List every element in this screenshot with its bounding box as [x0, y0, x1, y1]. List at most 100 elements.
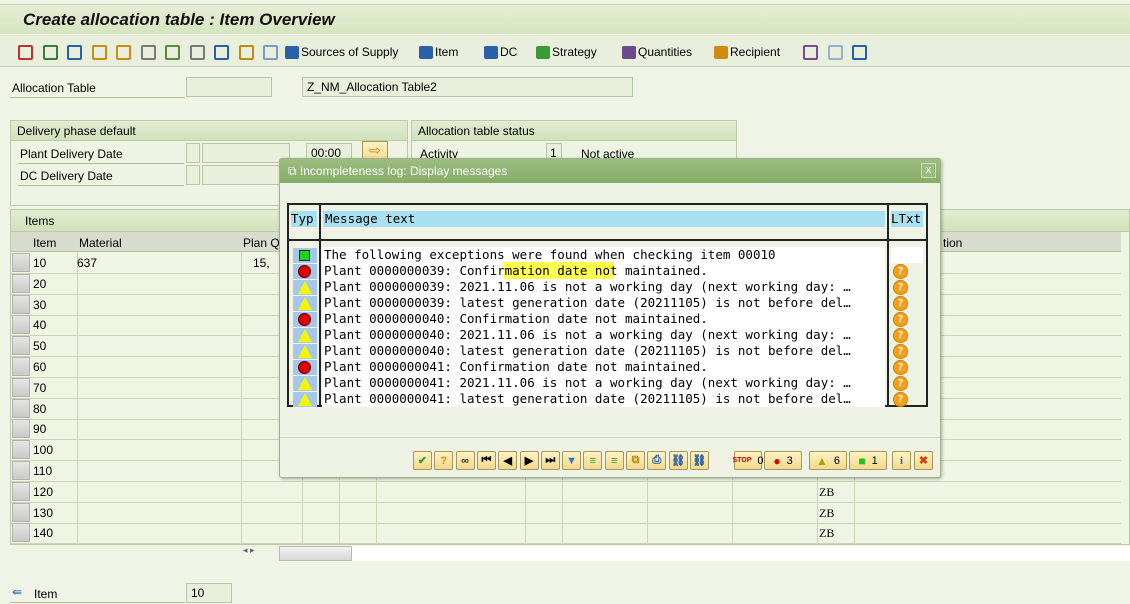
allocation-table-description[interactable]: Z_NM_Allocation Table2	[302, 77, 633, 97]
message-row[interactable]: Plant 0000000040: Confirmation date not …	[289, 311, 926, 327]
toolbar-item-button[interactable]: Item	[419, 43, 458, 61]
find-next-button[interactable]: ⛓	[689, 451, 709, 470]
long-text-help-icon[interactable]: ?	[893, 392, 908, 407]
message-row[interactable]: Plant 0000000041: Confirmation date not …	[289, 359, 926, 375]
row-selector[interactable]	[12, 294, 30, 314]
info-button[interactable]: i	[892, 451, 911, 470]
gear-button[interactable]	[852, 43, 867, 61]
error-filter-button[interactable]: ● 3	[764, 451, 802, 470]
error-icon: ●	[773, 453, 781, 468]
long-text-help-icon[interactable]: ?	[893, 312, 908, 327]
message-row[interactable]: The following exceptions were found when…	[289, 247, 926, 263]
glasses-button[interactable]: ∞	[455, 451, 475, 470]
refresh-button[interactable]	[263, 43, 278, 61]
cell-item: 70	[33, 380, 47, 395]
long-text-help-icon[interactable]: ?	[893, 376, 908, 391]
row-selector[interactable]	[12, 377, 30, 397]
cancel-button[interactable]: ✖	[914, 451, 933, 470]
allocation-table-field[interactable]	[186, 77, 272, 97]
next-doc-button[interactable]	[165, 43, 180, 61]
column-typ[interactable]: Typ	[291, 211, 317, 227]
row-selector[interactable]	[12, 273, 30, 293]
long-text-help-icon[interactable]: ?	[893, 344, 908, 359]
print-button[interactable]: ⎙	[647, 451, 667, 470]
table-row[interactable]: 140 ZB	[11, 523, 1121, 545]
search-button[interactable]	[42, 43, 58, 61]
long-text-help-icon[interactable]: ?	[893, 280, 908, 295]
toolbar-sources-of-supply-button[interactable]: Sources of Supply	[285, 43, 398, 61]
network-button[interactable]	[116, 43, 131, 61]
hat-button[interactable]	[18, 43, 33, 61]
factory-button[interactable]	[67, 43, 82, 61]
scroll-track[interactable]	[352, 546, 1130, 561]
message-row[interactable]: Plant 0000000039: latest generation date…	[289, 295, 926, 311]
dc-delivery-flag[interactable]	[186, 165, 200, 185]
row-selector[interactable]	[12, 461, 30, 480]
row-selector[interactable]	[12, 481, 30, 501]
next-button[interactable]: ▶	[519, 451, 539, 470]
toolbar-strategy-button[interactable]: Strategy	[536, 43, 597, 61]
trash-button[interactable]	[214, 43, 229, 61]
copy-button[interactable]	[140, 43, 156, 61]
toolbar-dc-button[interactable]: DC	[484, 43, 517, 61]
warning-filter-button[interactable]: ▲ 6	[809, 451, 847, 470]
row-selector[interactable]	[12, 357, 30, 376]
warehouse-button[interactable]	[91, 43, 107, 61]
column-partial[interactable]: tion	[943, 236, 962, 250]
sort-desc-button[interactable]: ≡	[604, 451, 624, 470]
message-row[interactable]: Plant 0000000041: 2021.11.06 is not a wo…	[289, 375, 926, 391]
toolbar-quantities-button[interactable]: Quantities	[622, 43, 692, 61]
row-selector[interactable]	[12, 398, 30, 418]
item-field[interactable]: 10	[186, 583, 232, 603]
row-selector[interactable]	[12, 502, 30, 522]
horizontal-scrollbar[interactable]	[279, 546, 352, 561]
close-icon[interactable]: x	[921, 163, 936, 178]
message-row[interactable]: Plant 0000000040: 2021.11.06 is not a wo…	[289, 327, 926, 343]
row-selector[interactable]	[12, 253, 30, 272]
sort-button[interactable]: ≡	[583, 451, 603, 470]
scroll-left-right[interactable]: ◂ ▸	[243, 545, 255, 556]
last-button[interactable]: ⏭	[540, 451, 560, 470]
message-row[interactable]: Plant 0000000041: latest generation date…	[289, 391, 926, 407]
table-row[interactable]: 130 ZB	[11, 502, 1121, 524]
plant-delivery-date-field[interactable]	[202, 143, 290, 163]
long-text-help-icon[interactable]: ?	[893, 360, 908, 375]
plant-delivery-flag[interactable]	[186, 143, 200, 163]
column-message-text[interactable]: Message text	[323, 211, 885, 227]
first-button[interactable]: ⏮	[476, 451, 496, 470]
grid-button[interactable]	[803, 43, 818, 61]
message-row[interactable]: Plant 0000000040: latest generation date…	[289, 343, 926, 359]
column-ltxt[interactable]: LTxt	[891, 211, 923, 227]
row-selector[interactable]	[12, 315, 30, 335]
help-button[interactable]: ?	[434, 451, 454, 470]
copy-button[interactable]: ⧉	[626, 451, 645, 470]
button-label: Sources of Supply	[301, 45, 399, 59]
long-text-help-icon[interactable]: ?	[893, 328, 908, 343]
help-icon: ?	[440, 454, 448, 467]
find-button[interactable]: ⛓	[668, 451, 688, 470]
filter-button[interactable]: ▼	[562, 451, 582, 470]
column-plan-qty[interactable]: Plan Q	[243, 236, 280, 250]
item-detail-icon[interactable]: ⇚	[12, 586, 24, 598]
previous-button[interactable]: ◀	[498, 451, 518, 470]
success-filter-button[interactable]: ■ 1	[849, 451, 887, 470]
dc-delivery-date-field[interactable]	[202, 165, 290, 185]
binoculars-button[interactable]	[828, 43, 843, 61]
continue-button[interactable]: ✔	[413, 451, 432, 470]
stop-filter-button[interactable]: STOP 0	[732, 451, 764, 470]
row-selector[interactable]	[12, 523, 30, 543]
message-row[interactable]: Plant 0000000039: 2021.11.06 is not a wo…	[289, 279, 926, 295]
row-selector[interactable]	[12, 440, 30, 460]
cell-item: 110	[33, 464, 53, 478]
long-text-help-icon[interactable]: ?	[893, 296, 908, 311]
doc-button[interactable]	[189, 43, 205, 61]
item-icon	[419, 45, 433, 59]
lock-button[interactable]	[238, 43, 254, 61]
toolbar-recipient-button[interactable]: Recipient	[714, 43, 780, 61]
column-item[interactable]: Item	[33, 236, 56, 250]
row-selector[interactable]	[12, 419, 30, 439]
long-text-help-icon[interactable]: ?	[893, 264, 908, 279]
column-material[interactable]: Material	[79, 236, 122, 250]
row-selector[interactable]	[12, 336, 30, 356]
table-row[interactable]: 120 ZB	[11, 481, 1121, 503]
